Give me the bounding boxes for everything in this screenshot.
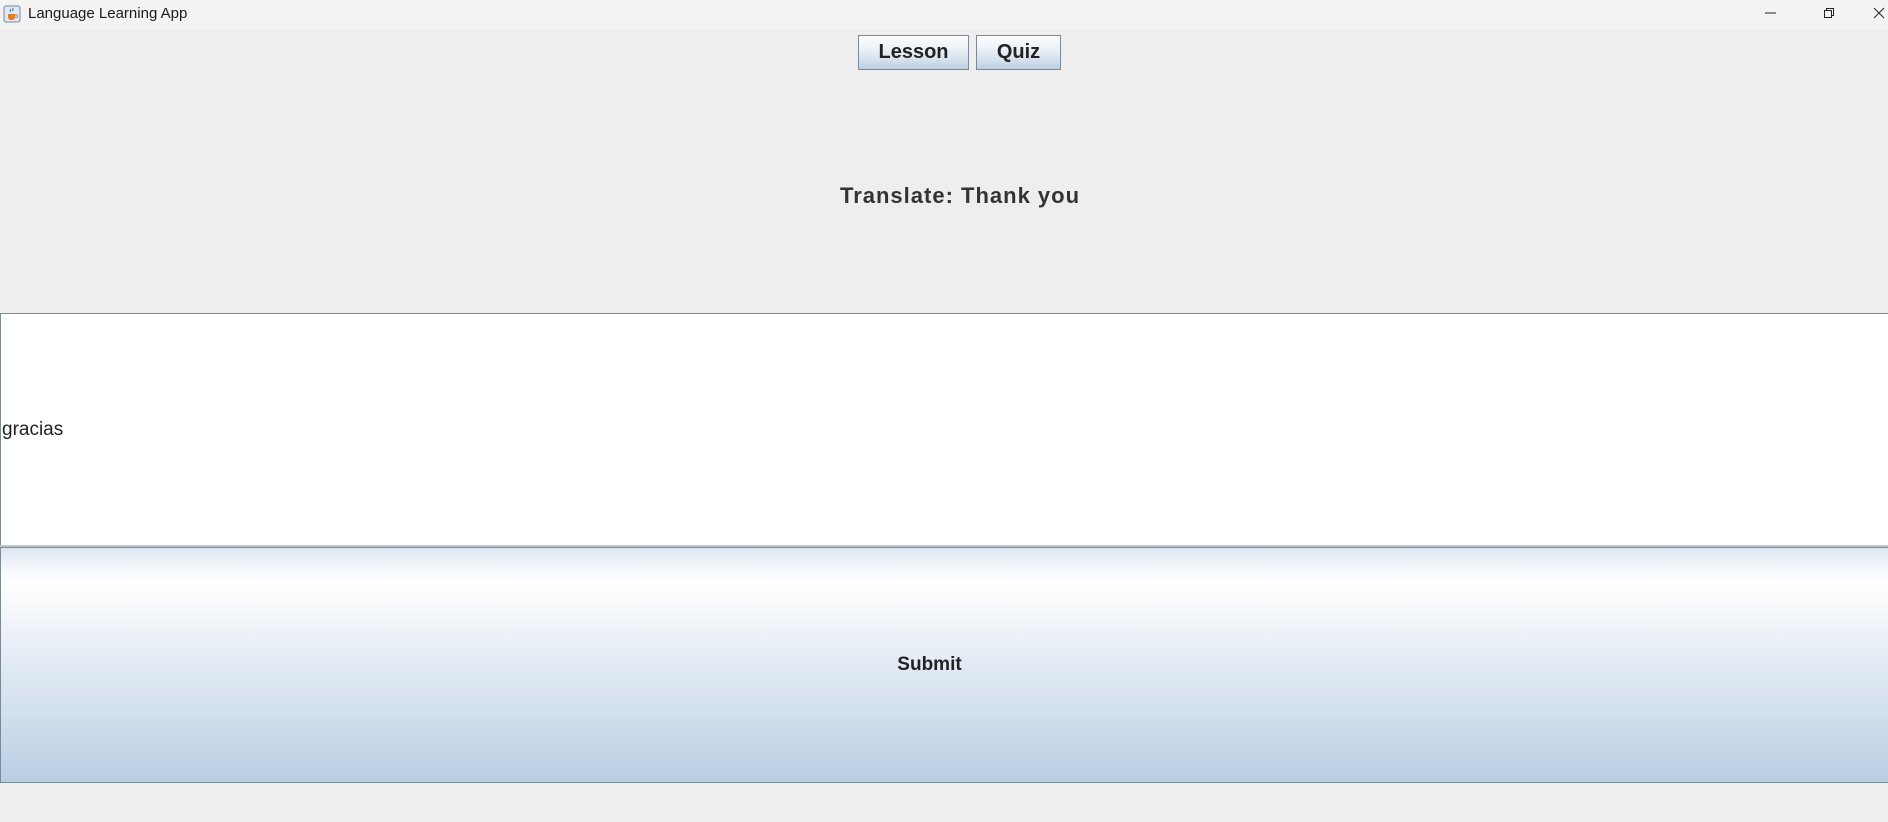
java-cup-icon [3,5,21,23]
close-button[interactable] [1864,0,1888,29]
minimize-button[interactable] [1748,0,1794,29]
title-bar[interactable]: Language Learning App [0,0,1888,29]
window-title: Language Learning App [28,5,188,22]
close-icon [1873,6,1885,24]
minimize-icon [1765,6,1777,24]
restore-icon [1823,6,1835,24]
quiz-tab-button[interactable]: Quiz [976,35,1061,70]
translation-prompt: Translate: Thank you [839,183,1081,208]
answer-input[interactable] [0,313,1888,546]
lesson-tab-button[interactable]: Lesson [858,35,969,70]
restore-button[interactable] [1806,0,1852,29]
app-window: Language Learning App Lesson Quiz Transl… [0,0,1888,822]
submit-button[interactable]: Submit [0,547,1888,783]
